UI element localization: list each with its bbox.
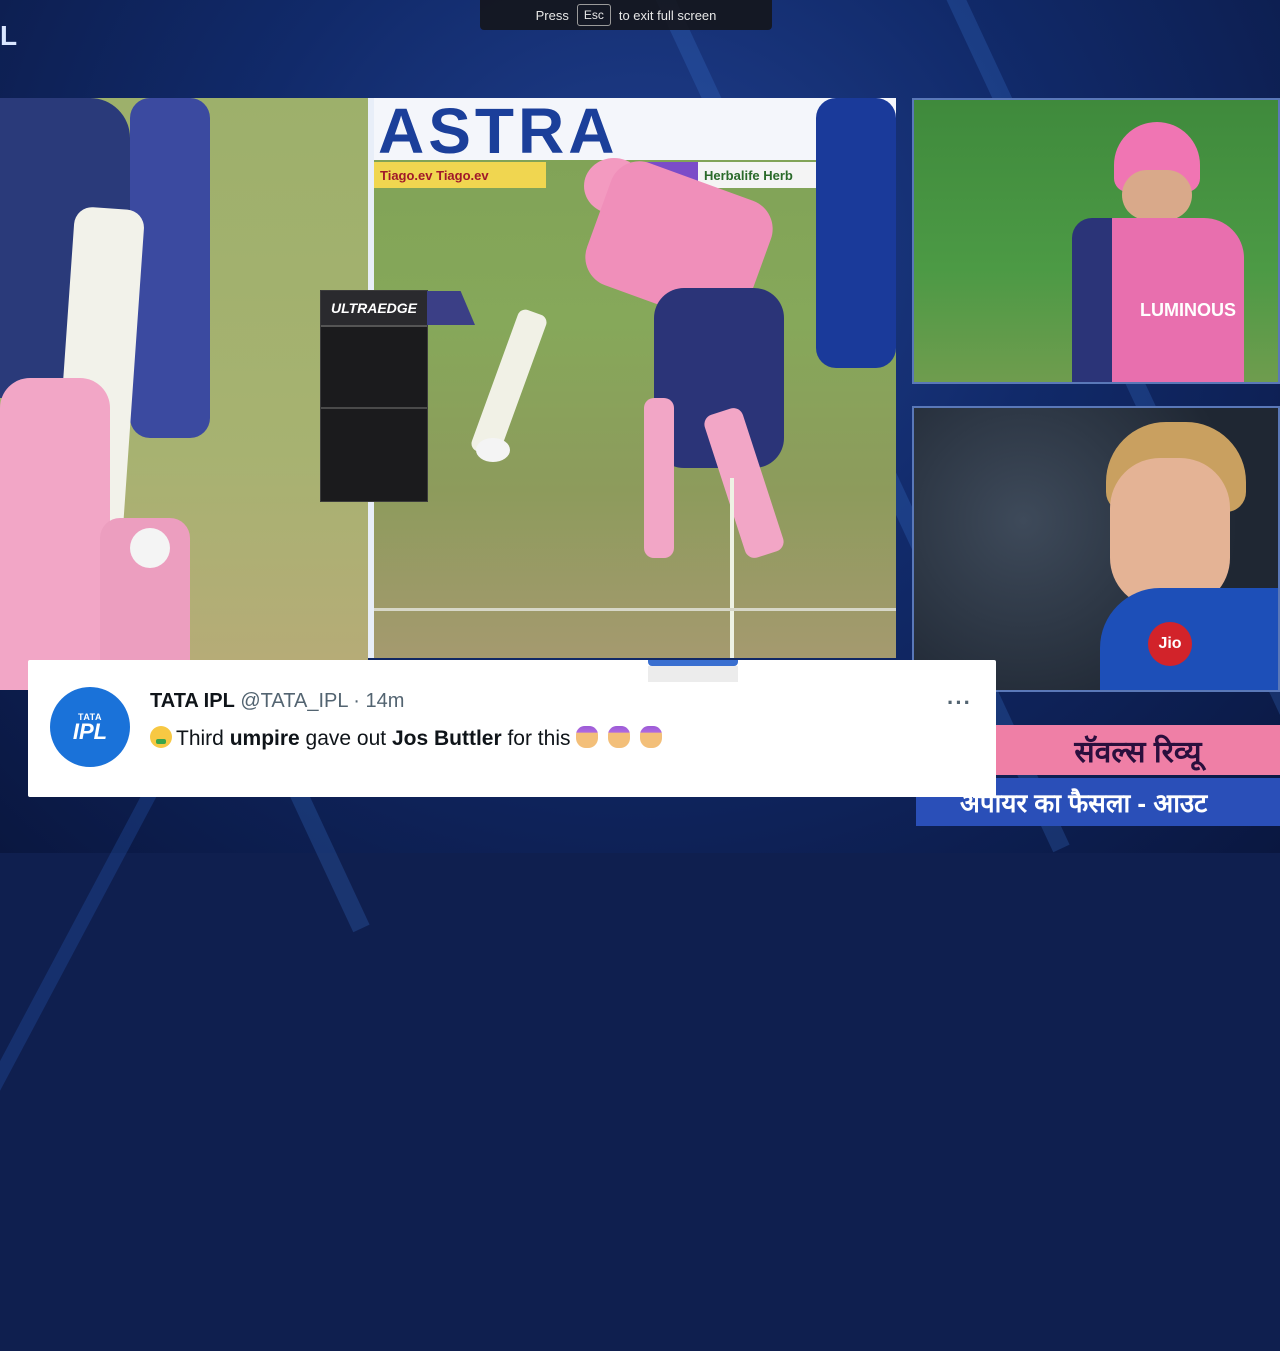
tweet-header: TATA IPL @TATA_IPL · 14m	[150, 690, 404, 713]
ad-board: Herbalife Herb	[698, 162, 820, 188]
ad-board: Tiago.ev Tiago.ev	[374, 162, 546, 188]
crease-line	[730, 478, 734, 658]
ultraedge-label: ULTRAEDGE	[321, 291, 427, 327]
fullscreen-prefix: Press	[535, 7, 569, 23]
tweet-text-part: gave out	[299, 727, 392, 750]
cricket-ball	[130, 528, 170, 568]
batting-pad	[644, 398, 674, 558]
tweet-text-bold: umpire	[229, 727, 300, 750]
tweet-handle[interactable]: @TATA_IPL	[240, 690, 347, 712]
tweet-separator: ·	[353, 690, 360, 712]
corner-logo: L	[0, 20, 18, 51]
esc-key[interactable]: Esc	[576, 4, 611, 26]
cricket-ball	[476, 438, 510, 462]
player-sleeve	[1072, 218, 1112, 382]
player-face	[1122, 170, 1192, 220]
player-shirt-text: LUMINOUS	[1140, 300, 1236, 320]
facepalm-emoji-icon	[608, 726, 631, 748]
review-title-banner: सॅवल्स रिव्यू	[996, 725, 1280, 775]
fullscreen-notice: Press Esc to exit full screen	[480, 0, 772, 30]
fullscreen-suffix: to exit full screen	[618, 7, 717, 23]
more-options-icon[interactable]: ···	[947, 690, 972, 716]
bowler-face	[1110, 458, 1230, 608]
tweet-text-part: Third	[176, 727, 230, 750]
cricket-bat	[469, 307, 549, 459]
batter-sleeve	[130, 98, 210, 438]
tweet-text-part: for this	[501, 727, 571, 750]
facepalm-emoji-icon	[640, 726, 663, 748]
tweet-time[interactable]: 14m	[366, 690, 405, 712]
tweet-text-bold: Jos Buttler	[391, 727, 502, 750]
avatar-ipl-text: IPL	[72, 719, 108, 744]
fielder	[816, 98, 896, 368]
tweet-display-name[interactable]: TATA IPL	[150, 690, 235, 712]
bowler-reaction-panel: Jio	[912, 406, 1280, 692]
tweet-avatar[interactable]: TATA IPL	[50, 687, 130, 767]
ultraedge-divider	[321, 407, 427, 409]
replay-main-panel: ASTRA Tiago.ev Tiago.ev stox Herbalife H…	[374, 98, 896, 658]
tweet-text: Third umpire gave out Jos Buttler for th…	[150, 726, 666, 751]
ultraedge-box: ULTRAEDGE	[320, 290, 475, 502]
bowler-jersey: Jio	[1100, 588, 1278, 690]
facepalm-emoji-icon	[576, 726, 599, 748]
crease-line	[374, 608, 896, 611]
jersey-sponsor-logo: Jio	[1148, 622, 1192, 666]
player-reaction-panel: LUMINOUS	[912, 98, 1280, 384]
money-mouth-emoji-icon	[150, 726, 172, 748]
tweet-card[interactable]: TATA IPL TATA IPL @TATA_IPL · 14m ··· Th…	[28, 660, 996, 797]
batting-pad	[0, 378, 110, 690]
tweet-top-gray	[648, 666, 738, 682]
replay-closeup-panel	[0, 98, 368, 690]
